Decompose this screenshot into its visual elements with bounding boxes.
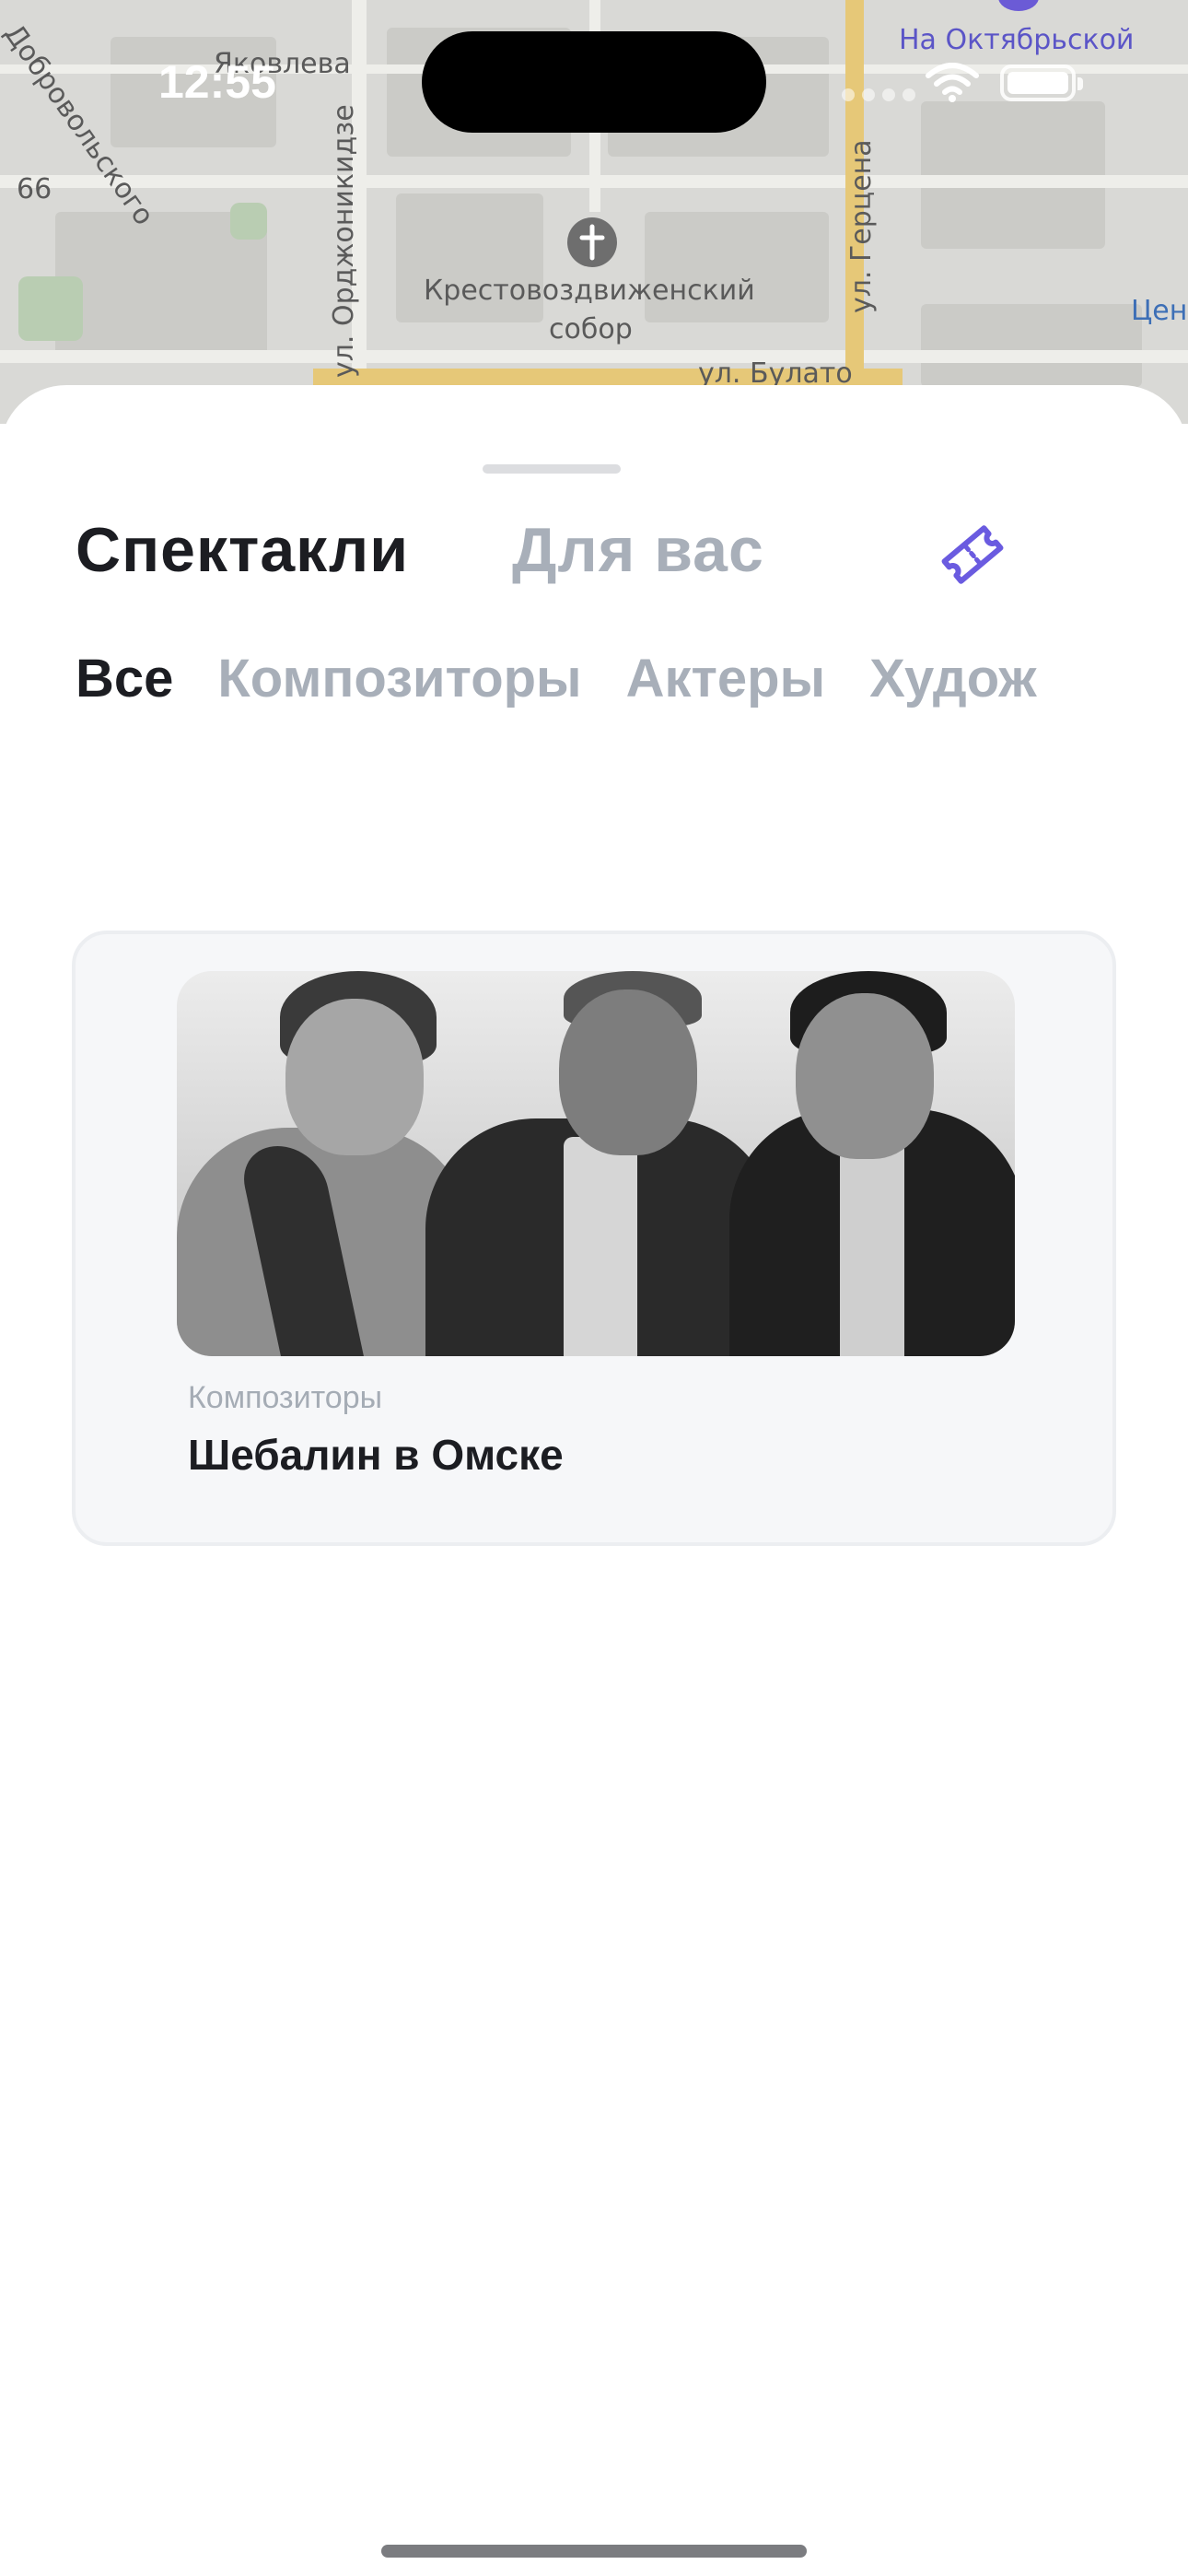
main-tabs: Спектакли Для вас <box>76 514 764 586</box>
tab-for-you[interactable]: Для вас <box>512 514 764 586</box>
ticket-button[interactable] <box>934 516 1011 593</box>
map-block <box>921 304 1142 387</box>
status-time: 12:55 <box>158 56 276 108</box>
bottom-sheet: Спектакли Для вас Все Композиторы Актеры… <box>0 385 1188 2576</box>
filter-tabs: Все Композиторы Актеры Худож <box>76 648 1080 709</box>
map-label-metro[interactable]: На Октябрьской <box>899 24 1134 56</box>
metro-station-icon[interactable] <box>998 0 1039 11</box>
photo-figure-head <box>559 989 697 1155</box>
map-label-center: Цен <box>1131 295 1188 327</box>
tab-performances[interactable]: Спектакли <box>76 514 409 586</box>
map-label-ordzhonikidze: ул. Орджоникидзе <box>328 104 360 378</box>
map-street <box>0 350 1188 363</box>
map-label-cathedral: Крестовоздвиженский <box>424 275 755 307</box>
wifi-icon <box>925 63 980 108</box>
battery-icon <box>1000 64 1083 101</box>
card-photo <box>177 971 1015 1356</box>
map-label-house: 66 <box>17 173 52 205</box>
map-label-cathedral-sub: собор <box>549 313 633 345</box>
card-category: Композиторы <box>188 1380 383 1415</box>
photo-figure-shirt <box>840 1128 904 1356</box>
sheet-grabber[interactable] <box>483 464 621 474</box>
filter-tab-artists[interactable]: Худож <box>869 648 1036 709</box>
home-indicator[interactable] <box>381 2545 807 2558</box>
cathedral-icon[interactable] <box>567 217 617 267</box>
photo-figure-head <box>285 999 424 1155</box>
ticket-icon <box>941 525 1004 584</box>
filter-tab-actors[interactable]: Актеры <box>626 648 826 709</box>
filter-tab-all[interactable]: Все <box>76 648 173 709</box>
map-park <box>230 203 267 240</box>
dynamic-island <box>422 31 766 133</box>
filter-tab-composers[interactable]: Композиторы <box>217 648 581 709</box>
cellular-signal-icon <box>842 88 915 101</box>
map-park <box>18 276 83 341</box>
card-title: Шебалин в Омске <box>188 1431 564 1479</box>
map-label-gertsena: ул. Герцена <box>845 139 878 313</box>
photo-figure-head <box>796 993 934 1159</box>
photo-figure-shirt <box>564 1137 637 1356</box>
performance-card[interactable]: Композиторы Шебалин в Омске <box>72 931 1116 1546</box>
